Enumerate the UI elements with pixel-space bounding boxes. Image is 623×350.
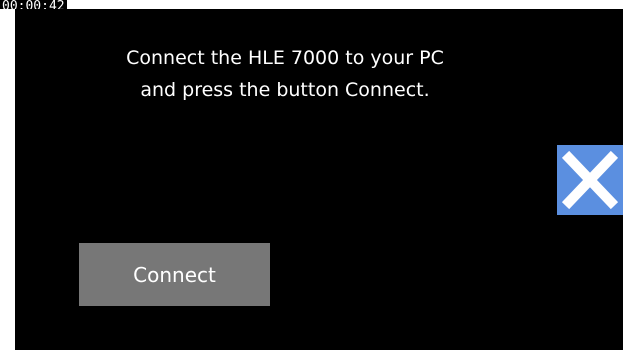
instruction-line-1: Connect the HLE 7000 to your PC: [126, 47, 444, 69]
connect-button[interactable]: Connect: [79, 243, 270, 306]
close-button[interactable]: [557, 145, 623, 215]
instruction-message: Connect the HLE 7000 to your PC and pres…: [15, 42, 555, 106]
instruction-line-2: and press the button Connect.: [140, 79, 430, 101]
page: 00:00:42 Connect the HLE 7000 to your PC…: [0, 0, 623, 350]
timestamp-overlay: 00:00:42: [0, 0, 67, 9]
device-screen: Connect the HLE 7000 to your PC and pres…: [15, 9, 623, 350]
close-icon: [561, 150, 619, 210]
